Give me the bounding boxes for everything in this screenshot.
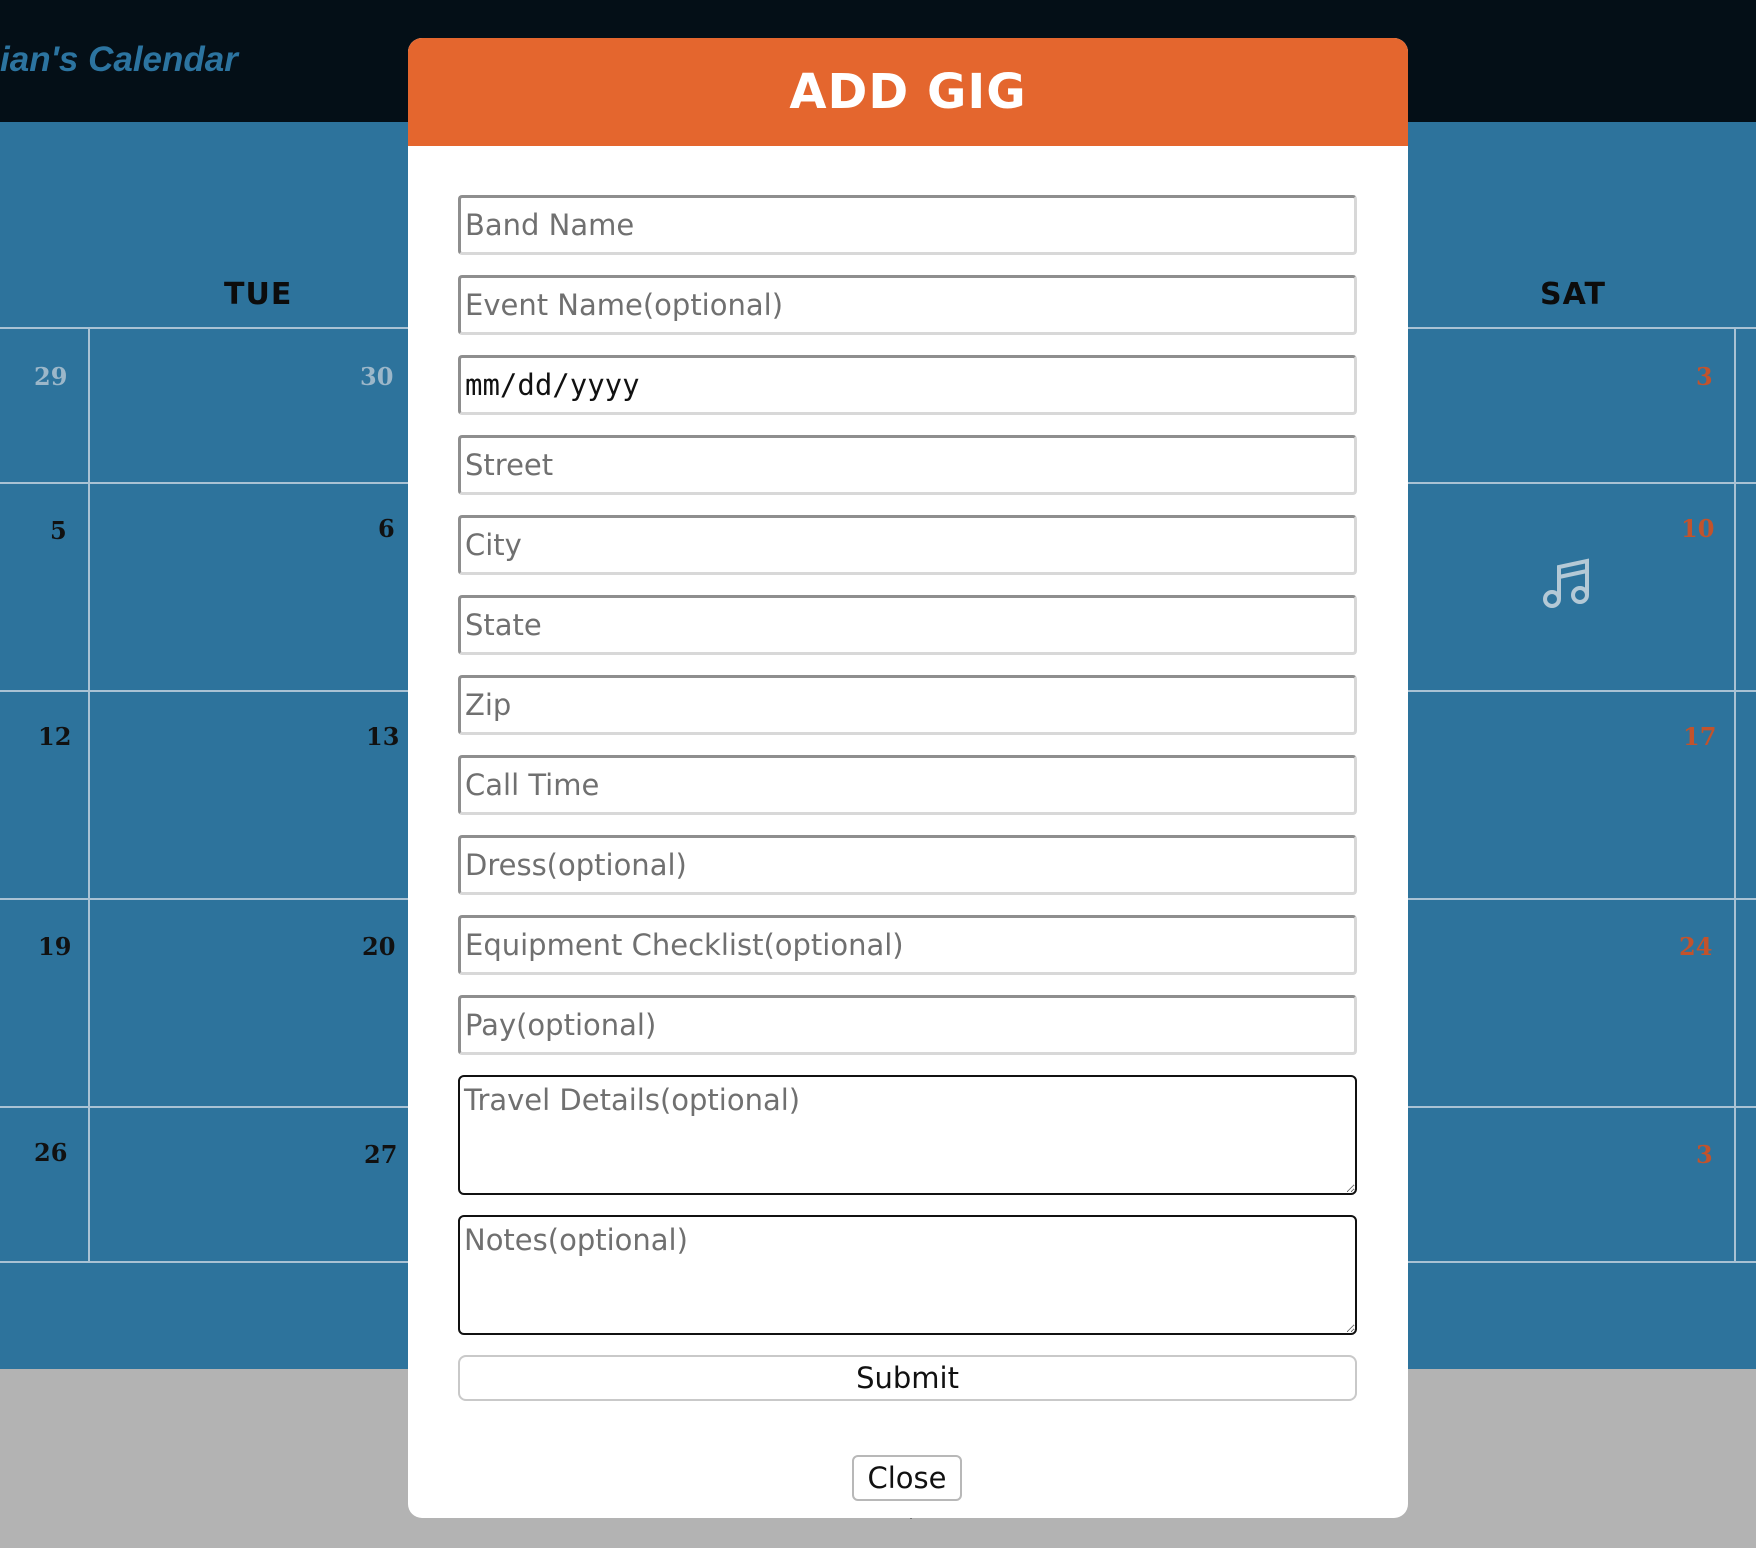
day-number[interactable]: 3 (1696, 1140, 1713, 1169)
submit-button[interactable]: Submit (458, 1355, 1357, 1401)
date-placeholder: mm/dd/yyyy (465, 368, 640, 402)
close-button[interactable]: Close (852, 1455, 962, 1501)
music-note-icon[interactable] (1540, 555, 1598, 613)
notes-textarea[interactable] (458, 1215, 1357, 1335)
weekday-tue: TUE (224, 277, 293, 312)
date-input[interactable]: mm/dd/yyyy (458, 355, 1357, 415)
day-number[interactable]: 12 (38, 722, 71, 751)
day-number[interactable]: 20 (362, 932, 395, 961)
travel-details-textarea[interactable] (458, 1075, 1357, 1195)
equipment-checklist-input[interactable] (458, 915, 1357, 975)
day-number[interactable]: 29 (34, 362, 67, 391)
day-number[interactable]: 5 (50, 516, 67, 545)
state-input[interactable] (458, 595, 1357, 655)
day-number[interactable]: 10 (1681, 514, 1714, 543)
app-title: ian's Calendar (0, 40, 238, 79)
modal-title: ADD GIG (789, 64, 1027, 120)
gig-form: mm/dd/yyyy Submit (458, 195, 1357, 1401)
day-number[interactable]: 30 (360, 362, 393, 391)
day-number[interactable]: 3 (1696, 362, 1713, 391)
band-name-input[interactable] (458, 195, 1357, 255)
modal-header: ADD GIG (408, 38, 1408, 146)
day-number[interactable]: 24 (1679, 932, 1712, 961)
street-input[interactable] (458, 435, 1357, 495)
day-number[interactable]: 17 (1683, 722, 1716, 751)
day-divider (88, 329, 90, 1261)
day-number[interactable]: 19 (38, 932, 71, 961)
day-divider (1734, 329, 1736, 1261)
day-number[interactable]: 13 (366, 722, 399, 751)
dress-input[interactable] (458, 835, 1357, 895)
event-name-input[interactable] (458, 275, 1357, 335)
city-input[interactable] (458, 515, 1357, 575)
add-gig-modal: ADD GIG mm/dd/yyyy Submit Close (408, 38, 1408, 1518)
day-number[interactable]: 26 (34, 1138, 67, 1167)
day-number[interactable]: 6 (378, 514, 395, 543)
weekday-sat: SAT (1540, 277, 1606, 312)
day-number[interactable]: 27 (364, 1140, 397, 1169)
call-time-input[interactable] (458, 755, 1357, 815)
zip-input[interactable] (458, 675, 1357, 735)
pay-input[interactable] (458, 995, 1357, 1055)
